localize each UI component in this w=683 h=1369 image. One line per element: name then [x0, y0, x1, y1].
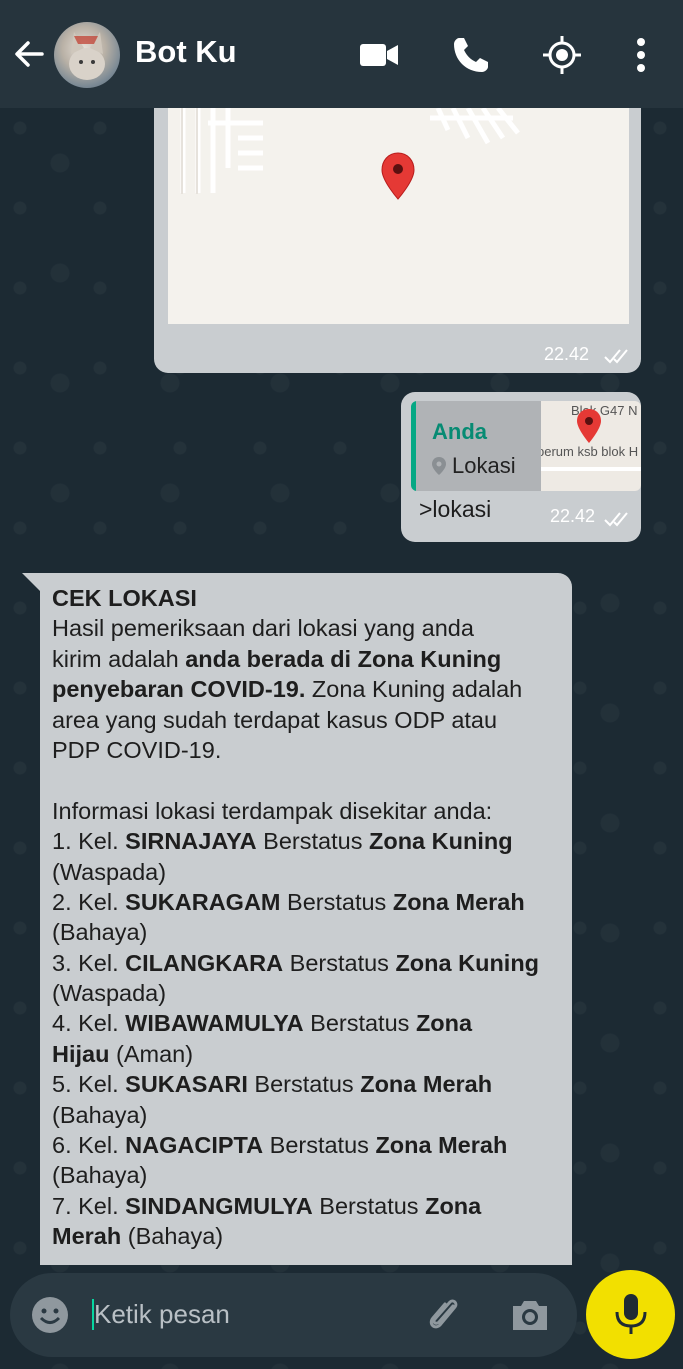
list-item-status: (Bahaya): [52, 1162, 148, 1189]
emoji-icon[interactable]: [30, 1295, 70, 1335]
list-item: 2. Kel. SUKARAGAM Berstatus Zona Merah: [52, 888, 525, 915]
message-time: 22.42: [549, 506, 595, 526]
list-item-status: (Waspada): [52, 980, 167, 1007]
message-time: 22.42: [543, 344, 589, 364]
more-vert-icon[interactable]: [620, 34, 662, 76]
chat-header: Bot Ku: [0, 0, 683, 108]
quoted-message[interactable]: Anda Lokasi Blok G47 N perum ksb blok H: [411, 401, 641, 491]
list-item-status: (Bahaya): [52, 919, 148, 946]
message-text: >lokasi: [419, 496, 492, 522]
list-item: 3. Kel. CILANGKARA Berstatus Zona Kuning: [52, 949, 540, 976]
list-item: 4. Kel. WIBAWAMULYA Berstatus Zona: [52, 1010, 473, 1037]
list-item-status: (Waspada): [52, 858, 167, 885]
map-preview[interactable]: [168, 108, 629, 324]
list-item: 6. Kel. NAGACIPTA Berstatus Zona Merah: [52, 1132, 508, 1159]
message-line: kirim adalah anda berada di Zona Kuning: [52, 645, 502, 672]
map-thumbnail: Blok G47 N perum ksb blok H: [541, 401, 641, 491]
message-line: penyebaran COVID-19. Zona Kuning adalah: [52, 676, 523, 703]
list-item-status: Hijau (Aman): [52, 1040, 194, 1067]
message-line: Informasi lokasi terdampak disekitar and…: [52, 797, 493, 824]
list-item: 1. Kel. SIRNAJAYA Berstatus Zona Kuning: [52, 828, 513, 855]
quote-label: Lokasi: [452, 453, 516, 478]
list-item-status: Merah (Bahaya): [52, 1223, 224, 1250]
attach-icon[interactable]: [423, 1294, 465, 1336]
map-pin-icon: [381, 152, 415, 200]
phone-icon[interactable]: [450, 34, 492, 76]
reply-message-bubble[interactable]: Anda Lokasi Blok G47 N perum ksb blok H …: [401, 392, 641, 542]
quote-content: Lokasi: [432, 453, 516, 479]
location-icon[interactable]: [541, 34, 583, 76]
camera-icon[interactable]: [509, 1296, 551, 1334]
thumb-street-label: perum ksb blok H: [541, 444, 639, 459]
avatar[interactable]: [54, 22, 120, 88]
quote-accent-bar: [411, 401, 416, 491]
message-heading: CEK LOKASI: [52, 585, 197, 611]
message-line: Hasil pemeriksaan dari lokasi yang anda: [52, 615, 474, 642]
list-item: 7. Kel. SINDANGMULYA Berstatus Zona: [52, 1192, 482, 1219]
back-arrow-icon[interactable]: [12, 36, 48, 72]
list-item-status: (Bahaya): [52, 1101, 148, 1128]
message-input[interactable]: Ketik pesan: [92, 1299, 230, 1330]
map-pin-icon: [577, 409, 601, 443]
quote-sender-name: Anda: [432, 419, 487, 444]
video-call-icon[interactable]: [358, 34, 400, 76]
location-pin-small-icon: [432, 457, 446, 475]
location-message-bubble[interactable]: 22.42: [154, 108, 641, 373]
voice-record-button[interactable]: [586, 1270, 675, 1359]
double-check-icon: [604, 349, 628, 364]
message-line: area yang sudah terdapat kasus ODP atau: [52, 706, 498, 733]
message-input-bar: Ketik pesan: [10, 1273, 577, 1357]
chat-title[interactable]: Bot Ku: [135, 34, 237, 70]
message-line: PDP COVID-19.: [52, 736, 222, 763]
bot-message-bubble[interactable]: CEK LOKASI Hasil pemeriksaan dari lokasi…: [40, 573, 572, 1265]
double-check-icon: [604, 512, 628, 527]
list-item: 5. Kel. SUKASARI Berstatus Zona Merah: [52, 1071, 493, 1098]
mic-icon: [615, 1293, 646, 1334]
message-text: CEK LOKASI Hasil pemeriksaan dari lokasi…: [52, 583, 567, 1252]
